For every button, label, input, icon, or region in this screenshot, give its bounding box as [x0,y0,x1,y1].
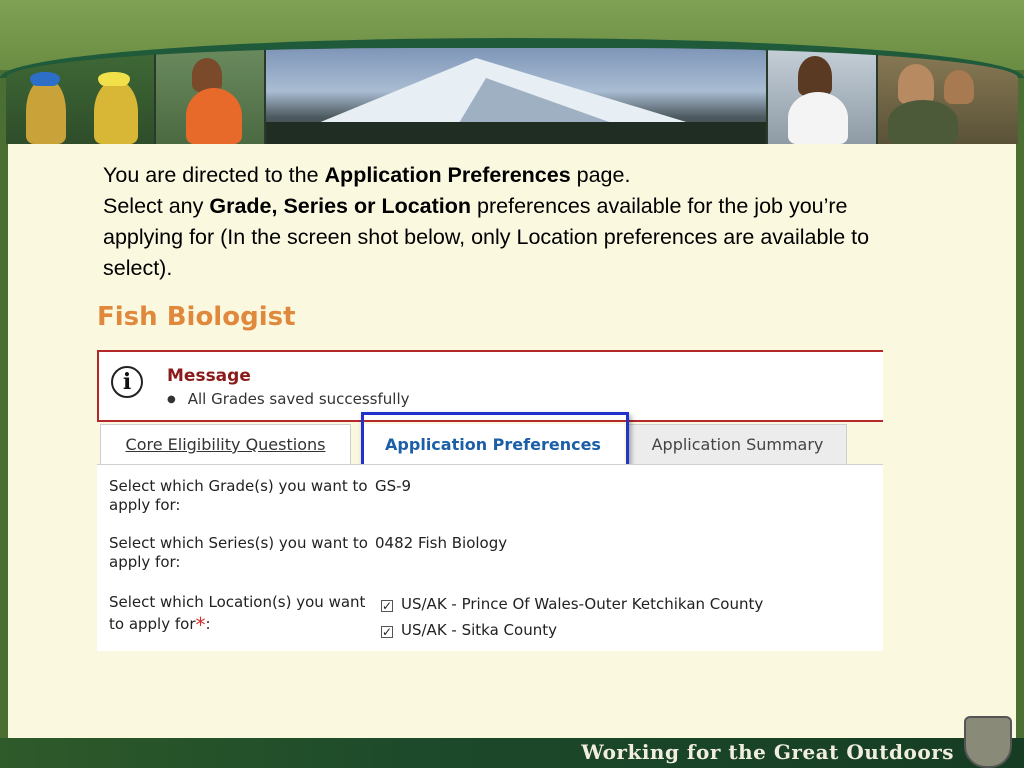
slide-content: You are directed to the Application Pref… [8,144,1016,738]
location-option[interactable]: ✓ US/AK - Prince Of Wales-Outer Ketchikan… [381,595,763,613]
grade-value: GS-9 [375,477,412,495]
series-label: Select which Series(s) you want to apply… [109,534,368,571]
photo-office-worker [768,48,876,144]
preferences-form: Select which Grade(s) you want to apply … [97,464,883,651]
bullet-icon: ● [167,394,176,405]
footer-tagline: Working for the Great Outdoors [581,740,954,764]
forest-service-shield-icon [964,716,1012,768]
photo-firefighters [6,48,154,144]
intro-line1-bold: Application Preferences [324,163,571,187]
intro-line1-pre: You are directed to the [103,163,325,187]
photo-mountain [266,48,766,144]
job-title: Fish Biologist [97,302,296,332]
footer-band: Working for the Great Outdoors [0,716,1024,768]
message-title: Message [167,366,251,386]
intro-text: You are directed to the Application Pref… [103,160,893,284]
message-item-text: All Grades saved successfully [187,390,410,408]
grade-label: Select which Grade(s) you want to apply … [109,477,368,514]
location-option[interactable]: ✓ US/AK - Sitka County [381,621,557,639]
tab-core-eligibility-questions[interactable]: Core Eligibility Questions [100,424,351,464]
info-icon: i [111,366,143,398]
checkbox-checked[interactable]: ✓ [381,626,393,638]
location-option-label: US/AK - Sitka County [401,621,557,639]
checkbox-checked[interactable]: ✓ [381,600,393,612]
tab-application-summary[interactable]: Application Summary [628,424,847,464]
required-asterisk: * [195,613,206,637]
location-label: Select which Location(s) you want to app… [109,591,369,636]
location-option-label: US/AK - Prince Of Wales-Outer Ketchikan … [401,595,764,613]
series-value: 0482 Fish Biology [375,534,508,552]
location-label-suffix: : [205,615,211,633]
intro-line2-pre: Select any [103,194,210,218]
intro-line1-post: page. [570,163,631,187]
photo-rangers [878,48,1018,144]
photo-banner [6,48,1018,144]
photo-field-worker [156,48,264,144]
message-item: ● All Grades saved successfully [167,390,410,408]
location-label-text: Select which Location(s) you want to app… [109,593,366,633]
intro-line2-bold: Grade, Series or Location [209,194,472,218]
